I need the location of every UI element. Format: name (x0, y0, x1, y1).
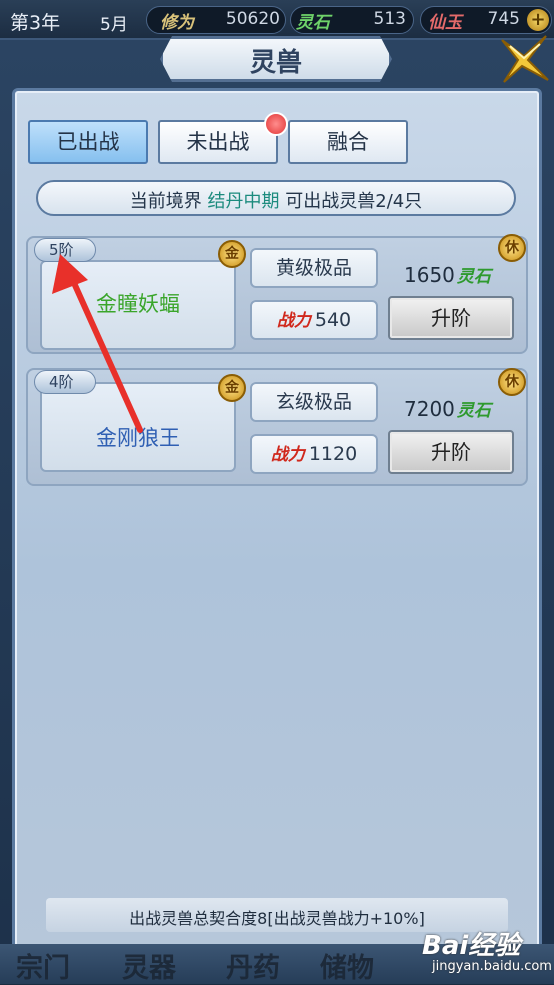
cultivation-value: 50620 (225, 9, 280, 29)
cultivation-label: 修为 (160, 13, 194, 33)
tab-deployed[interactable]: 已出战 (28, 120, 148, 164)
power-box: 战力 1120 (250, 434, 378, 474)
add-jade-button[interactable]: + (527, 9, 549, 31)
spirit-stone-value: 513 (373, 9, 406, 29)
annotation-arrow-icon (52, 254, 143, 433)
cost-unit: 灵石 (456, 401, 491, 421)
grade-box: 黄级极品 (250, 248, 378, 288)
power-box: 战力 540 (250, 300, 378, 340)
gold-element-icon: 金 (218, 374, 246, 402)
upgrade-cost: 7200 灵石 (404, 396, 491, 421)
month-label: 5月 (100, 15, 128, 35)
watermark-sub: jingyan.baidu.com (432, 959, 552, 974)
rest-button[interactable]: 休 (498, 368, 526, 396)
year-label: 第3年 (10, 12, 61, 34)
upgrade-button[interactable]: 升阶 (388, 296, 514, 340)
power-value: 1120 (308, 443, 358, 465)
content-panel (12, 88, 542, 958)
power-label: 战力 (270, 445, 305, 465)
power-label: 战力 (276, 311, 311, 331)
cost-unit: 灵石 (456, 267, 491, 287)
watermark-main: Bai经验 (422, 931, 521, 961)
page-title: 灵兽 (249, 48, 302, 78)
rest-button[interactable]: 休 (498, 234, 526, 262)
upgrade-cost: 1650 灵石 (404, 262, 491, 287)
notification-dot (264, 112, 288, 136)
cost-value: 7200 (404, 397, 455, 421)
nav-pill[interactable]: 丹药 (226, 946, 280, 985)
realm-prefix: 当前境界 (129, 191, 202, 212)
realm-suffix: 可出战灵兽2/4只 (285, 191, 423, 212)
nav-storage[interactable]: 储物 (320, 946, 374, 985)
close-button[interactable] (496, 30, 552, 86)
jade-label: 仙玉 (428, 13, 462, 33)
realm-name: 结丹中期 (207, 191, 280, 212)
gold-element-icon: 金 (218, 240, 246, 268)
cost-value: 1650 (404, 263, 455, 287)
realm-banner-text: 当前境界 结丹中期 可出战灵兽2/4只 (36, 187, 516, 213)
spirit-stone-label: 灵石 (296, 13, 330, 33)
nav-artifact[interactable]: 灵器 (122, 946, 176, 985)
watermark: Bai经验 jingyan.baidu.com (410, 925, 552, 979)
grade-box: 玄级极品 (250, 382, 378, 422)
jade-value: 745 (487, 9, 520, 29)
power-value: 540 (314, 309, 352, 331)
close-icon (501, 35, 549, 83)
upgrade-button[interactable]: 升阶 (388, 430, 514, 474)
tab-undeployed[interactable]: 未出战 (158, 120, 278, 164)
tab-fusion[interactable]: 融合 (288, 120, 408, 164)
nav-sect[interactable]: 宗门 (16, 946, 70, 985)
